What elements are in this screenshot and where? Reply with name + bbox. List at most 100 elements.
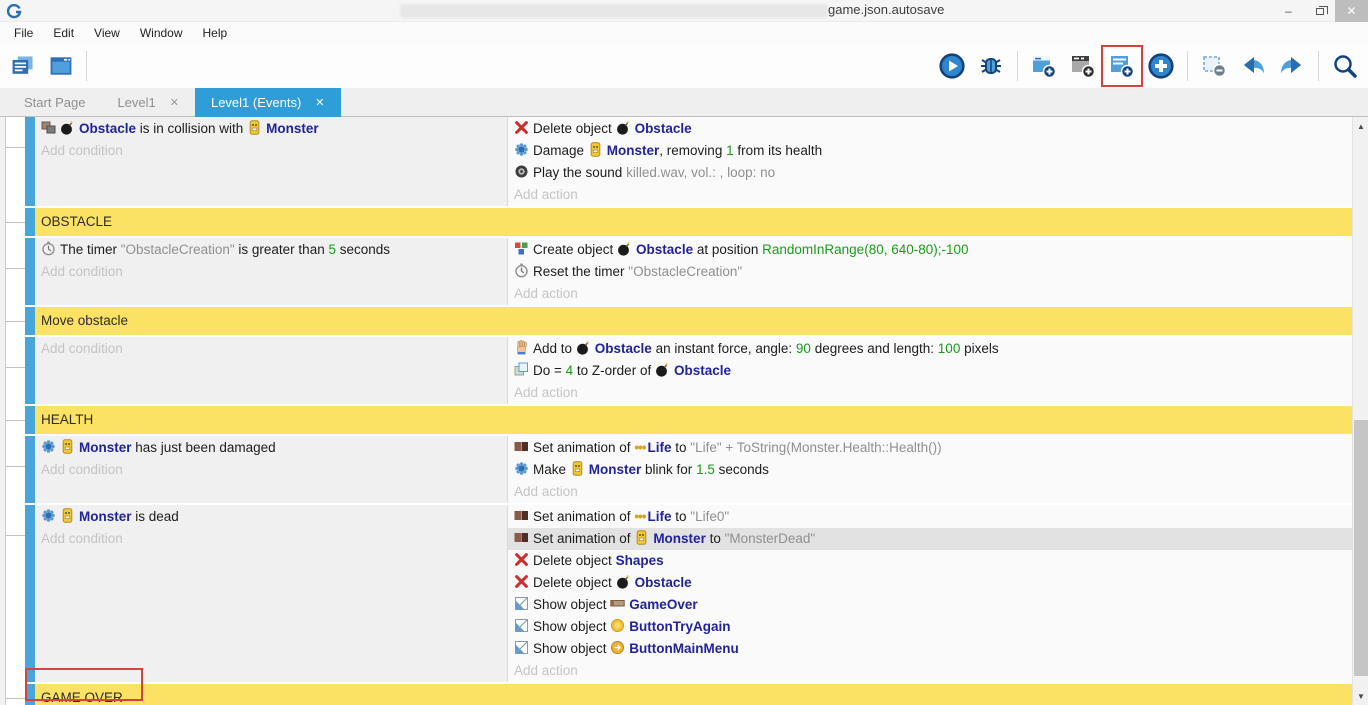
event-selection-bar[interactable]	[25, 337, 35, 404]
tab-close-icon[interactable]: ✕	[170, 96, 179, 109]
text-segment: blink for	[641, 462, 696, 477]
add-action-button[interactable]: Add action	[508, 382, 1352, 404]
condition-line[interactable]: Obstacle is in collision with Monster	[35, 118, 507, 140]
text-segment: 1	[726, 143, 734, 158]
action-line[interactable]: Delete object Obstacle	[508, 572, 1352, 594]
event-selection-bar[interactable]	[25, 117, 35, 206]
blink-icon	[514, 142, 529, 157]
actions-cell: Set animation of •••Life to "Life" + ToS…	[508, 436, 1352, 503]
text-segment: Set animation of	[533, 509, 634, 524]
text-segment: to	[672, 440, 691, 455]
action-line[interactable]: Set animation of •••Life to "Life" + ToS…	[508, 437, 1352, 459]
delete-icon	[514, 120, 529, 135]
tab-close-icon[interactable]: ✕	[315, 96, 324, 109]
action-line[interactable]: Delete object Obstacle	[508, 118, 1352, 140]
event-selection-bar[interactable]	[25, 307, 35, 335]
action-line[interactable]: Reset the timer "ObstacleCreation"	[508, 261, 1352, 283]
tab-level1-events-[interactable]: Level1 (Events)✕	[195, 88, 341, 117]
action-line[interactable]: Set animation of •••Life to "Life0"	[508, 506, 1352, 528]
event-selection-bar[interactable]	[25, 208, 35, 236]
add-action-button[interactable]: Add action	[508, 481, 1352, 503]
undo-button[interactable]	[1240, 53, 1266, 79]
toolbar-separator	[1187, 51, 1188, 81]
minimize-button[interactable]: –	[1273, 0, 1304, 22]
group-header[interactable]: GAME OVER	[35, 684, 1352, 705]
scroll-down-icon[interactable]: ▼	[1353, 689, 1368, 703]
add-action-button[interactable]: Add action	[508, 184, 1352, 206]
monster-icon	[60, 508, 75, 523]
event-selection-bar[interactable]	[25, 436, 35, 503]
event-selection-bar[interactable]	[25, 505, 35, 682]
debug-button[interactable]	[978, 53, 1004, 79]
add-condition-button[interactable]: Add condition	[35, 140, 507, 162]
action-line[interactable]: Show object GameOver	[508, 594, 1352, 616]
redo-button[interactable]	[1279, 53, 1305, 79]
add-condition-button[interactable]: Add condition	[35, 338, 507, 360]
menu-file[interactable]: File	[4, 22, 43, 44]
add-action-button[interactable]: Add action	[508, 283, 1352, 305]
conditions-cell: Obstacle is in collision with MonsterAdd…	[35, 117, 508, 206]
text-segment: Monster	[589, 462, 642, 477]
condition-line[interactable]: The timer "ObstacleCreation" is greater …	[35, 239, 507, 261]
action-line[interactable]: Do = 4 to Z-order of Obstacle	[508, 360, 1352, 382]
tab-bar: Start PageLevel1✕Level1 (Events)✕	[0, 88, 1368, 117]
condition-line[interactable]: Monster is dead	[35, 506, 507, 528]
add-condition-button[interactable]: Add condition	[35, 261, 507, 283]
text-segment: "Life0"	[690, 509, 729, 524]
add-condition-button[interactable]: Add condition	[35, 459, 507, 481]
anim-icon	[514, 530, 529, 545]
text-segment: , removing	[659, 143, 726, 158]
menu-view[interactable]: View	[84, 22, 130, 44]
action-line[interactable]: Create object Obstacle at position Rando…	[508, 239, 1352, 261]
text-segment: Life	[648, 509, 672, 524]
tab-level1[interactable]: Level1✕	[101, 88, 195, 117]
show-icon	[514, 640, 529, 655]
action-line[interactable]: Play the sound killed.wav, vol.: , loop:…	[508, 162, 1352, 184]
menu-window[interactable]: Window	[130, 22, 193, 44]
action-line[interactable]: Delete object Shapes	[508, 550, 1352, 572]
action-line[interactable]: Damage Monster, removing 1 from its heal…	[508, 140, 1352, 162]
group-header[interactable]: Move obstacle	[35, 307, 1352, 335]
group-header[interactable]: OBSTACLE	[35, 208, 1352, 236]
add-action-button[interactable]: Add action	[508, 660, 1352, 682]
life-icon: •••	[634, 440, 645, 455]
action-line[interactable]: Add to Obstacle an instant force, angle:…	[508, 338, 1352, 360]
vertical-scrollbar[interactable]: ▲ ▼	[1352, 117, 1368, 705]
add-subevent-button[interactable]	[1031, 53, 1057, 79]
scene-editor-button[interactable]	[48, 53, 74, 79]
event-selection-bar[interactable]	[25, 238, 35, 305]
text-segment: "MonsterDead"	[725, 531, 816, 546]
project-manager-button[interactable]	[10, 53, 36, 79]
title-bar: game.json.autosave – ✕	[0, 0, 1368, 22]
close-button[interactable]: ✕	[1335, 0, 1368, 22]
toolbar-separator	[1017, 51, 1018, 81]
tab-start-page[interactable]: Start Page	[8, 88, 101, 117]
menu-help[interactable]: Help	[193, 22, 238, 44]
delete-event-button[interactable]	[1201, 53, 1227, 79]
window-title: game.json.autosave	[828, 2, 944, 17]
action-line[interactable]: Show object ButtonTryAgain	[508, 616, 1352, 638]
condition-line[interactable]: Monster has just been damaged	[35, 437, 507, 459]
restore-button[interactable]	[1304, 0, 1335, 22]
add-event-button[interactable]	[1109, 53, 1135, 79]
text-segment: Add to	[533, 341, 576, 356]
action-line[interactable]: Show object ButtonMainMenu	[508, 638, 1352, 660]
event-selection-bar[interactable]	[25, 684, 35, 705]
action-line[interactable]: Make Monster blink for 1.5 seconds	[508, 459, 1352, 481]
event-selection-bar[interactable]	[25, 406, 35, 434]
play-button[interactable]	[939, 53, 965, 79]
action-line[interactable]: Set animation of Monster to "MonsterDead…	[508, 528, 1352, 550]
search-button[interactable]	[1332, 53, 1358, 79]
text-segment: has just been damaged	[132, 440, 276, 455]
add-other-event-button[interactable]	[1148, 53, 1174, 79]
menu-edit[interactable]: Edit	[43, 22, 84, 44]
add-condition-button[interactable]: Add condition	[35, 528, 507, 550]
group-header[interactable]: HEALTH	[35, 406, 1352, 434]
button-yellow-icon	[610, 618, 625, 633]
scrollbar-thumb[interactable]	[1354, 420, 1368, 676]
add-comment-button[interactable]	[1070, 53, 1096, 79]
scroll-up-icon[interactable]: ▲	[1353, 119, 1368, 133]
text-segment: Show object	[533, 641, 610, 656]
monster-icon	[60, 439, 75, 454]
text-segment: at position	[693, 242, 762, 257]
